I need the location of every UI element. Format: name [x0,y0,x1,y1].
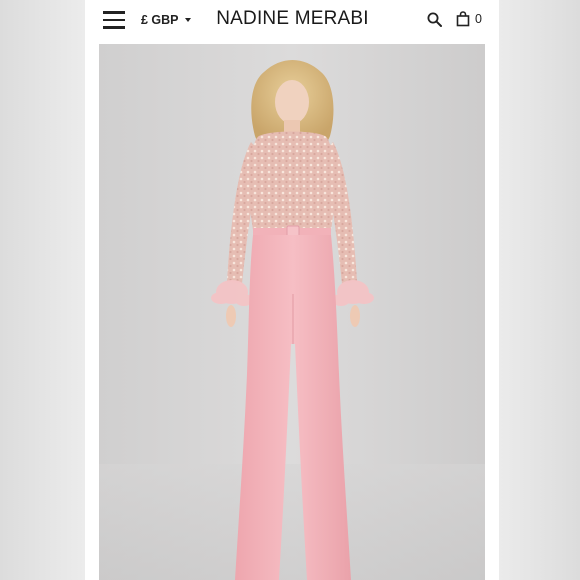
product-page: £ GBP NADINE MERABI 0 [85,0,499,580]
currency-selector[interactable]: £ GBP [141,11,191,29]
right-backdrop [495,0,580,580]
left-backdrop [0,0,85,580]
brand-logo[interactable]: NADINE MERABI [205,8,380,30]
bag-count: 0 [475,12,482,26]
currency-label: £ GBP [141,13,179,27]
shopping-bag-icon[interactable] [456,11,470,27]
hamburger-menu-icon[interactable] [103,11,125,29]
product-image[interactable] [99,44,485,580]
search-icon[interactable] [427,12,442,27]
product-photo-illustration [99,44,485,580]
site-header: £ GBP NADINE MERABI 0 [85,0,499,42]
chevron-down-icon [184,18,191,22]
